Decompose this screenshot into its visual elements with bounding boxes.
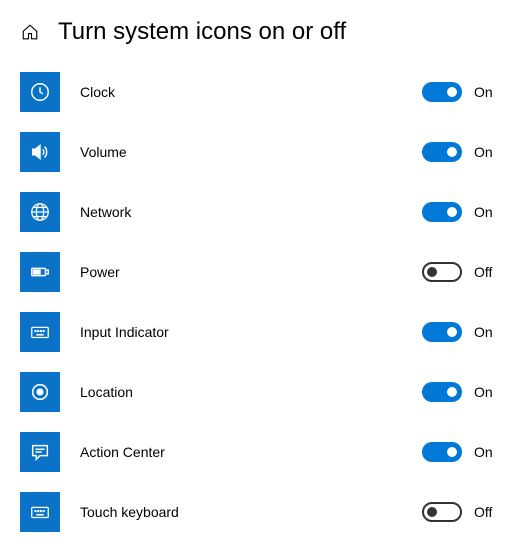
setting-row-volume: Volume On [20, 132, 504, 172]
toggle-network[interactable] [422, 202, 462, 222]
action-center-icon [20, 432, 60, 472]
power-icon [20, 252, 60, 292]
toggle-knob [447, 327, 457, 337]
setting-row-clock: Clock On [20, 72, 504, 112]
setting-row-location: Location On [20, 372, 504, 412]
toggle-knob [447, 387, 457, 397]
toggle-touch-keyboard[interactable] [422, 502, 462, 522]
toggle-knob [427, 507, 437, 517]
home-button[interactable] [20, 22, 40, 42]
toggle-knob [447, 207, 457, 217]
setting-label-touch-keyboard: Touch keyboard [80, 504, 422, 520]
setting-row-touch-keyboard: Touch keyboard Off [20, 492, 504, 532]
setting-row-network: Network On [20, 192, 504, 232]
toggle-state-power: Off [474, 264, 504, 280]
toggle-volume[interactable] [422, 142, 462, 162]
home-icon [21, 23, 39, 41]
toggle-action-center[interactable] [422, 442, 462, 462]
clock-icon [20, 72, 60, 112]
setting-label-volume: Volume [80, 144, 422, 160]
setting-row-input-indicator: Input Indicator On [20, 312, 504, 352]
setting-label-location: Location [80, 384, 422, 400]
toggle-power[interactable] [422, 262, 462, 282]
setting-label-network: Network [80, 204, 422, 220]
page-title: Turn system icons on or off [58, 18, 346, 46]
toggle-state-touch-keyboard: Off [474, 504, 504, 520]
page-header: Turn system icons on or off [20, 18, 504, 46]
toggle-knob [447, 447, 457, 457]
toggle-clock[interactable] [422, 82, 462, 102]
setting-row-power: Power Off [20, 252, 504, 292]
toggle-state-input-indicator: On [474, 324, 504, 340]
toggle-location[interactable] [422, 382, 462, 402]
setting-row-action-center: Action Center On [20, 432, 504, 472]
toggle-knob [447, 147, 457, 157]
location-icon [20, 372, 60, 412]
keyboard-icon [20, 312, 60, 352]
setting-label-clock: Clock [80, 84, 422, 100]
toggle-state-volume: On [474, 144, 504, 160]
keyboard-icon [20, 492, 60, 532]
toggle-knob [447, 87, 457, 97]
volume-icon [20, 132, 60, 172]
toggle-state-action-center: On [474, 444, 504, 460]
setting-label-action-center: Action Center [80, 444, 422, 460]
setting-label-input-indicator: Input Indicator [80, 324, 422, 340]
toggle-input-indicator[interactable] [422, 322, 462, 342]
toggle-state-location: On [474, 384, 504, 400]
settings-list: Clock On Volume On Network On Power Off Input In… [20, 72, 504, 532]
toggle-knob [427, 267, 437, 277]
toggle-state-network: On [474, 204, 504, 220]
network-icon [20, 192, 60, 232]
toggle-state-clock: On [474, 84, 504, 100]
setting-label-power: Power [80, 264, 422, 280]
